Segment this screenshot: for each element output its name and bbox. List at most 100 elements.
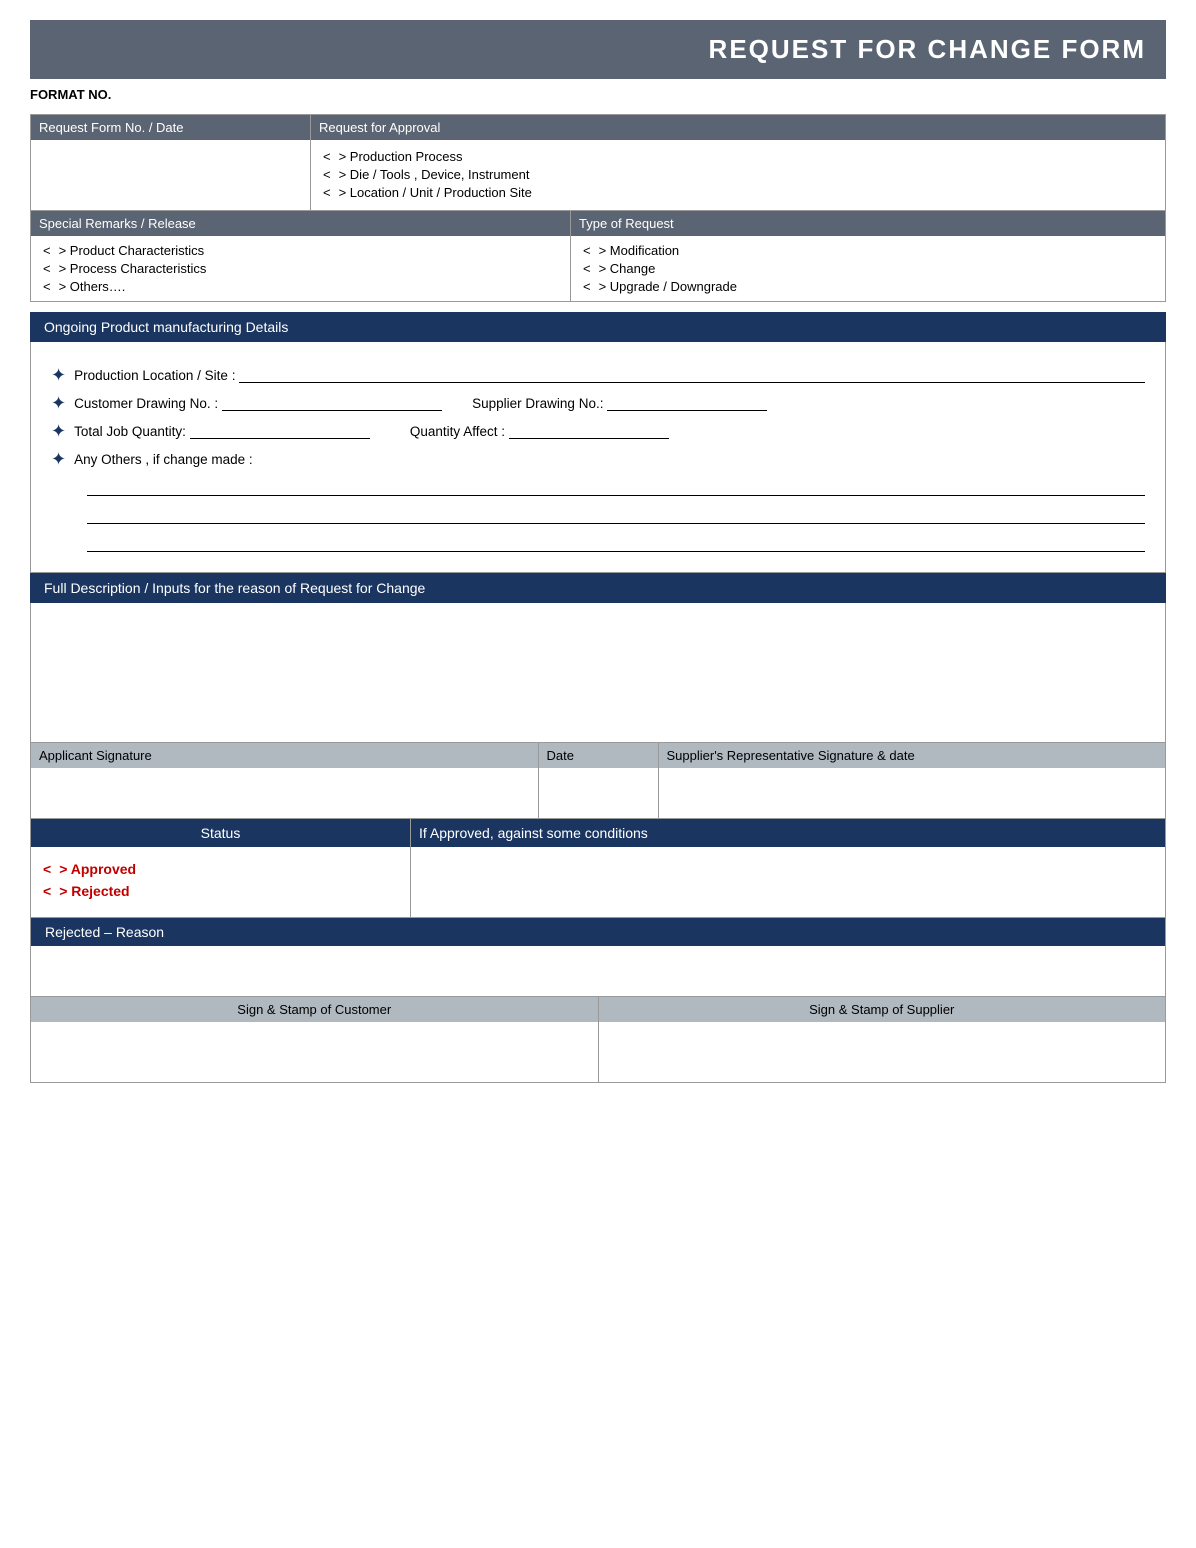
any-others-lines <box>87 478 1145 552</box>
remark-label-2: > Process Characteristics <box>59 261 207 276</box>
arrow-icon-2: ✦ <box>51 394 66 412</box>
remarks-list: < > Product Characteristics < > Process … <box>31 236 570 301</box>
production-location-label: Production Location / Site : <box>74 368 235 383</box>
type-request-cell: Type of Request < > Modification < > Cha… <box>571 211 1165 301</box>
customer-stamp-body <box>31 1022 598 1082</box>
bracket-left-1: < <box>323 149 331 164</box>
type-label-2: > Change <box>599 261 656 276</box>
date-sig-header: Date <box>539 743 658 768</box>
customer-stamp-cell: Sign & Stamp of Customer <box>31 997 599 1082</box>
top-section: Request Form No. / Date Request for Appr… <box>30 114 1166 211</box>
production-location-underline <box>239 367 1145 383</box>
quantity-affect-label: Quantity Affect : <box>410 424 505 439</box>
remark-item-2: < > Process Characteristics <box>43 261 558 276</box>
if-approved-body <box>411 847 1165 917</box>
total-job-underline <box>190 423 370 439</box>
bracket-approved: < <box>43 861 51 877</box>
any-others-row: ✦ Any Others , if change made : <box>51 450 1145 468</box>
page-title: REQUEST FOR CHANGE FORM <box>30 20 1166 79</box>
ongoing-section-body: ✦ Production Location / Site : ✦ Custome… <box>30 342 1166 573</box>
approval-label-2: > Die / Tools , Device, Instrument <box>339 167 530 182</box>
remark-label-1: > Product Characteristics <box>59 243 205 258</box>
rejected-section: Rejected – Reason <box>30 918 1166 997</box>
stamp-section: Sign & Stamp of Customer Sign & Stamp of… <box>30 997 1166 1083</box>
rejected-reason-body <box>31 946 1165 996</box>
any-others-line-2 <box>87 506 1145 524</box>
request-form-body <box>31 140 311 210</box>
applicant-sig-header: Applicant Signature <box>31 743 538 768</box>
production-location-row: ✦ Production Location / Site : <box>51 366 1145 384</box>
bracket-r2: < <box>43 261 51 276</box>
date-sig-body <box>539 768 658 818</box>
rejected-reason-header: Rejected – Reason <box>31 918 1165 946</box>
format-no-label: FORMAT NO. <box>30 87 1166 102</box>
special-remarks-header: Special Remarks / Release <box>31 211 570 236</box>
request-form-header: Request Form No. / Date <box>31 115 310 140</box>
status-section: Status < > Approved < > Rejected If Appr… <box>30 819 1166 918</box>
any-others-line-1 <box>87 478 1145 496</box>
type-request-header: Type of Request <box>571 211 1165 236</box>
customer-drawing-label: Customer Drawing No. : <box>74 396 218 411</box>
supplier-rep-sig-cell: Supplier's Representative Signature & da… <box>659 743 1166 818</box>
type-label-1: > Modification <box>599 243 680 258</box>
request-approval-cell: Request for Approval < > Production Proc… <box>311 115 1165 210</box>
bracket-rejected: < <box>43 883 51 899</box>
bracket-r1: < <box>43 243 51 258</box>
bracket-t1: < <box>583 243 591 258</box>
approved-label: > Approved <box>59 861 136 877</box>
supplier-rep-sig-header: Supplier's Representative Signature & da… <box>659 743 1166 768</box>
supplier-drawing-label: Supplier Drawing No.: <box>472 396 603 411</box>
remark-label-3: > Others…. <box>59 279 126 294</box>
ongoing-section-header: Ongoing Product manufacturing Details <box>30 312 1166 342</box>
remark-item-1: < > Product Characteristics <box>43 243 558 258</box>
status-rejected-item: < > Rejected <box>43 883 398 899</box>
rejected-label: > Rejected <box>59 883 129 899</box>
approval-item-3: < > Location / Unit / Production Site <box>323 185 1153 200</box>
drawing-row: ✦ Customer Drawing No. : Supplier Drawin… <box>51 394 1145 412</box>
middle-section: Special Remarks / Release < > Product Ch… <box>30 211 1166 302</box>
supplier-drawing-underline <box>607 395 767 411</box>
status-approved-item: < > Approved <box>43 861 398 877</box>
approval-list: < > Production Process < > Die / Tools ,… <box>311 140 1165 209</box>
supplier-stamp-cell: Sign & Stamp of Supplier <box>599 997 1166 1082</box>
customer-stamp-header: Sign & Stamp of Customer <box>31 997 598 1022</box>
type-label-3: > Upgrade / Downgrade <box>599 279 737 294</box>
type-request-list: < > Modification < > Change < > Upgrade … <box>571 236 1165 301</box>
arrow-icon-1: ✦ <box>51 366 66 384</box>
type-item-3: < > Upgrade / Downgrade <box>583 279 1153 294</box>
customer-drawing-underline <box>222 395 442 411</box>
any-others-line-3 <box>87 534 1145 552</box>
remark-item-3: < > Others…. <box>43 279 558 294</box>
status-right-cell: If Approved, against some conditions <box>411 819 1165 917</box>
applicant-sig-cell: Applicant Signature <box>31 743 539 818</box>
bracket-left-3: < <box>323 185 331 200</box>
status-left-cell: Status < > Approved < > Rejected <box>31 819 411 917</box>
bracket-left-2: < <box>323 167 331 182</box>
status-header: Status <box>31 819 410 847</box>
status-body: < > Approved < > Rejected <box>31 847 410 917</box>
special-remarks-cell: Special Remarks / Release < > Product Ch… <box>31 211 571 301</box>
type-item-2: < > Change <box>583 261 1153 276</box>
arrow-icon-4: ✦ <box>51 450 66 468</box>
approval-item-2: < > Die / Tools , Device, Instrument <box>323 167 1153 182</box>
full-desc-body <box>30 603 1166 743</box>
applicant-sig-body <box>31 768 538 818</box>
quantity-row: ✦ Total Job Quantity: Quantity Affect : <box>51 422 1145 440</box>
arrow-icon-3: ✦ <box>51 422 66 440</box>
bracket-t2: < <box>583 261 591 276</box>
total-job-label: Total Job Quantity: <box>74 424 186 439</box>
approval-label-3: > Location / Unit / Production Site <box>339 185 532 200</box>
request-approval-header: Request for Approval <box>311 115 1165 140</box>
signature-section: Applicant Signature Date Supplier's Repr… <box>30 743 1166 819</box>
supplier-rep-sig-body <box>659 768 1166 818</box>
approval-item-1: < > Production Process <box>323 149 1153 164</box>
quantity-affect-underline <box>509 423 669 439</box>
supplier-stamp-header: Sign & Stamp of Supplier <box>599 997 1166 1022</box>
full-desc-header: Full Description / Inputs for the reason… <box>30 573 1166 603</box>
request-form-no-cell: Request Form No. / Date <box>31 115 311 210</box>
type-item-1: < > Modification <box>583 243 1153 258</box>
supplier-stamp-body <box>599 1022 1166 1082</box>
date-sig-cell: Date <box>539 743 659 818</box>
if-approved-header: If Approved, against some conditions <box>411 819 1165 847</box>
any-others-label: Any Others , if change made : <box>74 452 253 467</box>
